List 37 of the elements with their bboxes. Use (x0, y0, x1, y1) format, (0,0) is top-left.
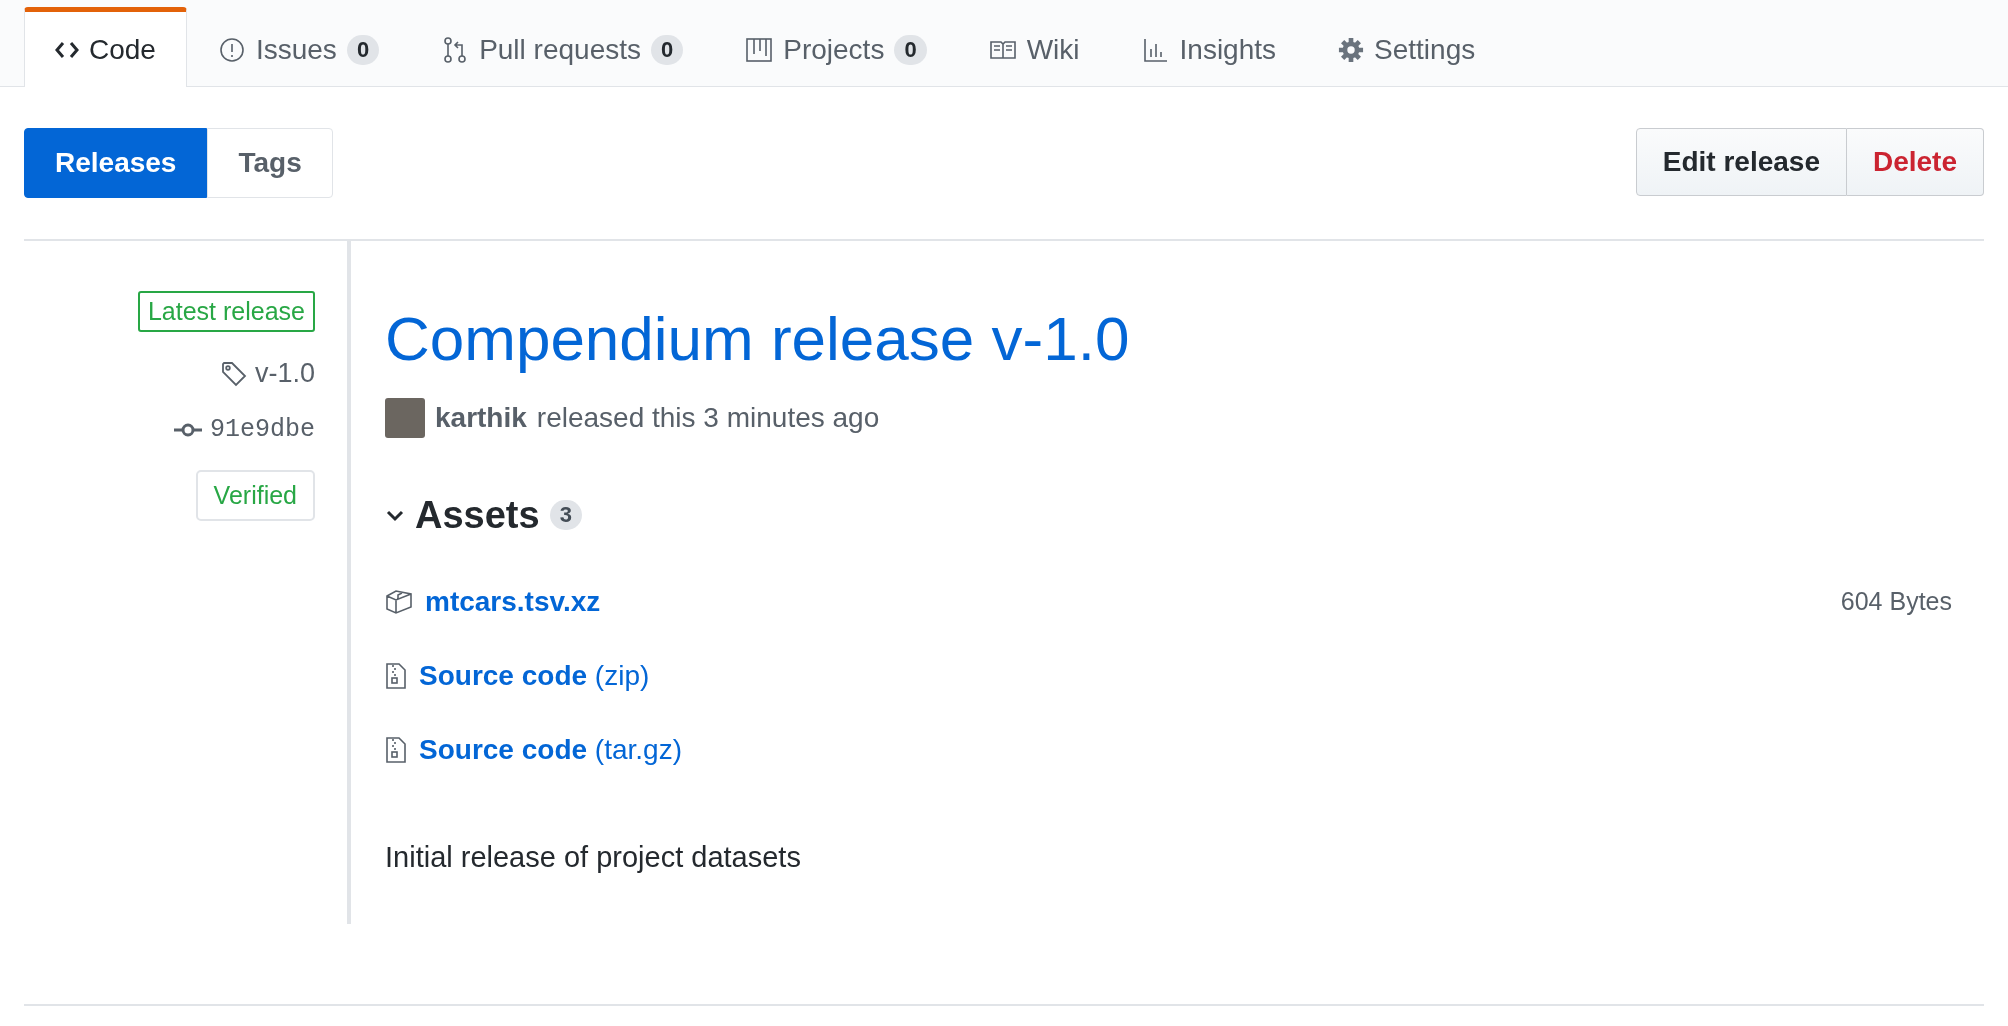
nav-tab[interactable]: Insights (1110, 8, 1308, 87)
commit-icon (173, 421, 202, 438)
asset-link[interactable]: Source code (tar.gz) (419, 733, 682, 766)
asset-link[interactable]: mtcars.tsv.xz (425, 585, 601, 618)
commit-hash[interactable]: 91e9dbe (209, 415, 315, 444)
author-link[interactable]: karthik (435, 401, 527, 434)
delete-button[interactable]: Delete (1846, 128, 1984, 196)
tag-icon (220, 360, 247, 387)
count-badge: 0 (346, 35, 380, 65)
subnav-tab[interactable]: Tags (207, 128, 333, 198)
nav-tab[interactable]: Pull requests 0 (410, 8, 715, 87)
nav-tab[interactable]: Projects 0 (714, 8, 958, 87)
bar-graph-icon (1141, 36, 1170, 64)
file-size: 604 Bytes (1840, 587, 1952, 617)
assets-count: 3 (549, 500, 582, 531)
avatar[interactable] (385, 397, 425, 438)
project-board-icon (745, 36, 774, 64)
issue-icon (217, 36, 246, 64)
release-time: released this 3 minutes ago (536, 401, 880, 434)
nav-tab[interactable]: Issues 0 (186, 8, 411, 87)
count-badge: 0 (894, 35, 927, 65)
count-badge: 0 (651, 35, 684, 65)
assets-heading[interactable]: Assets (415, 493, 540, 537)
nav-tab[interactable]: Wiki (957, 8, 1111, 87)
release-title[interactable]: Compendium release v-1.0 (385, 299, 1952, 380)
asset-link[interactable]: Source code (zip) (419, 659, 650, 692)
subnav-tab[interactable]: Releases (24, 128, 208, 198)
zip-file-icon (385, 735, 407, 764)
zip-file-icon (385, 661, 407, 690)
nav-tab[interactable]: Code (24, 7, 187, 87)
settings-icon (1338, 37, 1365, 63)
tag-name[interactable]: v-1.0 (254, 358, 315, 389)
edit-button[interactable]: Edit release (1635, 128, 1847, 196)
latest-release-label: Latest release (137, 291, 315, 332)
release-notes: Initial release of project datasets (385, 840, 802, 874)
package-icon (385, 588, 413, 615)
nav-tab[interactable]: Settings (1307, 8, 1507, 87)
